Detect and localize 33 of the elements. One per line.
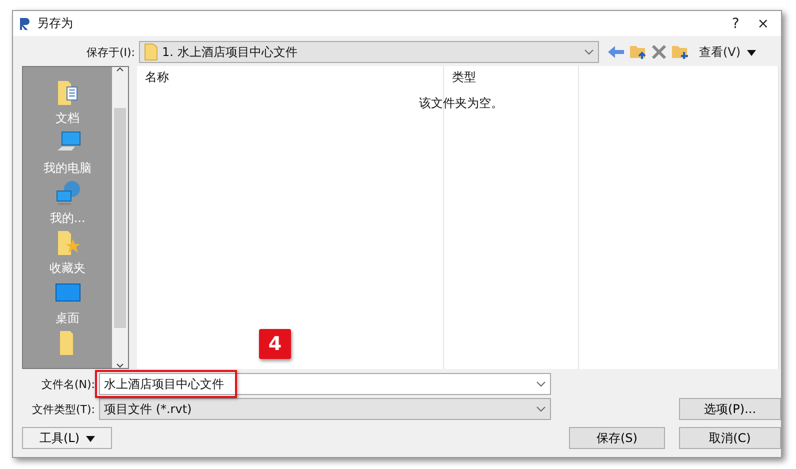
help-button[interactable]: ?: [726, 16, 746, 32]
dropdown-caret-icon[interactable]: [536, 381, 546, 387]
network-computer-icon: [54, 179, 82, 207]
caret-icon: [86, 436, 95, 442]
save-button[interactable]: 保存(S): [569, 427, 665, 449]
scrollbar[interactable]: [112, 67, 128, 368]
scroll-down-icon[interactable]: [116, 363, 124, 368]
column-header[interactable]: 名称: [145, 70, 169, 84]
options-button[interactable]: 选项(P)...: [679, 398, 781, 420]
view-menu-button[interactable]: 查看(V): [693, 44, 762, 60]
file-name-field[interactable]: 水上酒店项目中心文件: [99, 373, 551, 395]
caret-icon: [746, 50, 756, 56]
dropdown-caret-icon[interactable]: [584, 49, 594, 55]
file-type-dropdown[interactable]: 项目文件 (*.rvt): [99, 398, 551, 420]
empty-folder-message: 该文件夹为空。: [419, 95, 503, 112]
column-header[interactable]: 类型: [452, 70, 476, 84]
save-in-label: 保存于(I):: [85, 44, 135, 60]
file-name-label: 文件名(N):: [40, 376, 95, 392]
folder-up-icon[interactable]: [629, 44, 647, 60]
close-button[interactable]: ×: [751, 16, 775, 32]
file-type-label: 文件类型(T):: [30, 402, 95, 416]
back-arrow-icon[interactable]: [607, 45, 625, 59]
save-in-dropdown[interactable]: 1. 水上酒店项目中心文件: [139, 41, 599, 63]
scroll-up-icon[interactable]: [116, 67, 124, 72]
dropdown-caret-icon[interactable]: [536, 406, 546, 412]
new-folder-icon[interactable]: [671, 44, 689, 60]
folder-icon: [144, 43, 158, 61]
tools-button[interactable]: 工具(L): [22, 427, 112, 449]
window-title: 另存为: [37, 15, 74, 32]
cancel-button[interactable]: 取消(C): [679, 427, 781, 449]
app-logo-icon: [19, 16, 31, 30]
delete-x-icon[interactable]: [651, 44, 667, 60]
step-badge: 4: [259, 329, 291, 359]
